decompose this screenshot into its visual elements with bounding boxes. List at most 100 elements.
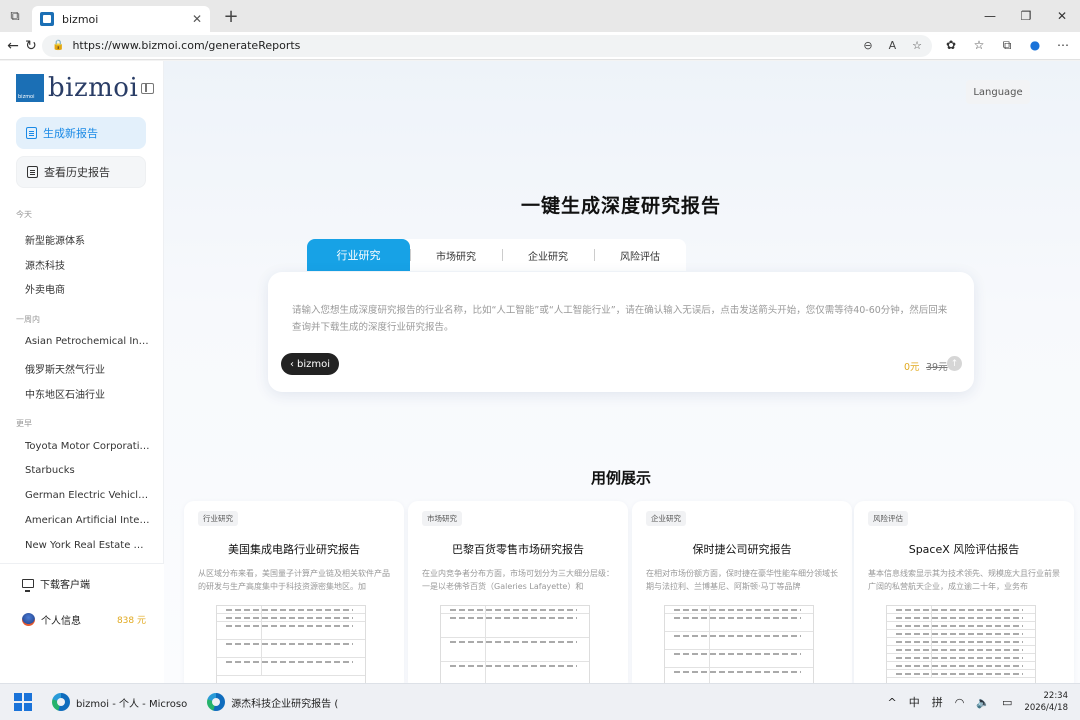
user-info-label: 个人信息 [41,616,81,627]
refresh-icon[interactable]: ↻ [24,34,38,58]
clock[interactable]: 22:34 2026/4/18 [1024,690,1068,714]
browser-tab[interactable]: bizmoi ✕ [32,6,210,32]
document-icon [26,127,37,139]
zoom-icon[interactable]: ⊖ [863,39,872,52]
window-controls: — ❐ ✕ [972,0,1080,32]
research-type-tabs: 行业研究 市场研究 企业研究 风险评估 [307,239,686,271]
generate-report-button[interactable]: 生成新报告 [16,117,146,149]
tab-market-research[interactable]: 市场研究 [410,239,502,271]
group-heading-week: 一周内 [16,315,40,324]
address-bar[interactable]: 🔒 https://www.bizmoi.com/generateReports… [42,34,932,57]
tab-title: bizmoi [62,12,99,26]
web-page: bizmoi 生成新报告 查看历史报告 今天 新型能源体系 源杰科技 外卖电商 … [0,61,1080,683]
case-thumbnail [664,605,814,683]
history-item[interactable]: 源杰科技 [25,257,151,272]
close-window-icon[interactable]: ✕ [1044,0,1080,32]
language-button[interactable]: Language [966,80,1030,104]
send-arrow-icon[interactable]: ↑ [947,356,962,371]
user-info-row[interactable]: 个人信息 838 元 [22,612,146,627]
model-selector-label: bizmoi [297,358,331,370]
monitor-icon [22,579,34,592]
new-tab-icon[interactable]: + [218,3,244,29]
case-description: 在相对市场份额方面，保时捷在豪华性能车细分领域长期与法拉利、兰博基尼、阿斯顿·马… [646,569,838,591]
taskbar-app-label: 源杰科技企业研究报告 ( [231,698,339,710]
case-card[interactable]: 市场研究 巴黎百货零售市场研究报告 在业内竞争者分布方面，市场可划分为三大细分层… [408,501,628,683]
minimize-icon[interactable]: — [972,0,1008,32]
case-description: 从区域分布来看，美国量子计算产业链及相关软件产品的研发与生产高度集中于科技资源密… [198,569,390,591]
more-icon[interactable]: ⋯ [1052,38,1074,53]
extensions-icon[interactable]: ✿ [940,38,962,53]
history-item[interactable]: Asian Petrochemical Industry [25,336,151,347]
case-tag: 行业研究 [198,511,238,526]
close-tab-icon[interactable]: ✕ [192,12,202,26]
balance-value: 838 元 [116,616,146,626]
ime-mode[interactable]: 中 [909,694,920,710]
clock-time: 22:34 [1043,691,1069,701]
history-item[interactable]: American Artificial Intelligence [25,515,151,526]
case-tag: 企业研究 [646,511,686,526]
edge-icon [52,693,70,711]
group-heading-today: 今天 [16,210,32,219]
sidebar-collapse-icon[interactable] [141,83,154,94]
history-item[interactable]: German Electric Vehicle Market [25,490,151,501]
page-title: 一键生成深度研究报告 [520,195,721,217]
read-aloud-icon[interactable]: A [889,39,897,52]
wifi-icon[interactable]: ◠ [955,696,965,709]
history-item[interactable]: New York Real Estate Market [25,540,151,549]
taskbar-app-edge-2[interactable]: 源杰科技企业研究报告 ( [207,693,338,711]
download-client-link[interactable]: 下载客户端 [22,576,90,592]
copilot-icon[interactable]: ● [1024,38,1046,53]
logo[interactable]: bizmoi [16,73,138,103]
battery-icon[interactable]: ▭ [1002,696,1012,709]
case-description: 在业内竞争者分布方面，市场可划分为三大细分层级：一是以老佛爷百货（Galerie… [422,569,614,591]
case-thumbnail [216,605,366,683]
history-item[interactable]: 俄罗斯天然气行业 [25,361,151,376]
case-title: 巴黎百货零售市场研究报告 [452,543,584,556]
volume-icon[interactable]: 🔈 [976,696,990,709]
taskbar-app-edge[interactable]: bizmoi - 个人 - Microso [52,693,187,711]
url-text: https://www.bizmoi.com/generateReports [72,39,301,52]
browser-tab-strip: ⧉ bizmoi ✕ + — ❐ ✕ [0,0,1080,32]
taskbar: bizmoi - 个人 - Microso 源杰科技企业研究报告 ( ^ 中 拼… [0,683,1080,720]
case-description: 基本信息线索显示其为技术领先、规模庞大且行业前景广阔的私营航天企业，成立逾二十年… [868,569,1060,591]
logo-text: bizmoi [48,73,139,103]
history-item[interactable]: 外卖电商 [25,281,151,296]
lock-icon[interactable]: 🔒 [52,40,64,51]
price-original: 39元 [926,362,948,373]
case-title: 保时捷公司研究报告 [692,543,792,556]
ime-pinyin[interactable]: 拼 [932,694,943,710]
chevron-left-icon: ‹ [290,358,294,370]
edge-icon [207,693,226,711]
case-card[interactable]: 行业研究 美国集成电路行业研究报告 从区域分布来看，美国量子计算产业链及相关软件… [184,501,404,683]
model-selector-button[interactable]: ‹ bizmoi [281,353,340,375]
history-item[interactable]: 新型能源体系 [25,232,151,247]
logo-mark-icon [16,74,44,102]
case-tag: 风险评估 [868,511,908,526]
report-input[interactable]: 请输入您想生成深度研究报告的行业名称，比如“人工智能”或“人工智能行业”，请在确… [292,302,950,336]
case-card[interactable]: 风险评估 SpaceX 风险评估报告 基本信息线索显示其为技术领先、规模庞大且行… [854,501,1074,683]
history-report-label: 查看历史报告 [44,166,110,179]
download-client-label: 下载客户端 [40,580,90,591]
favorites-icon[interactable]: ☆ [968,38,990,53]
clock-date: 2026/4/18 [1024,703,1068,713]
chevron-up-icon[interactable]: ^ [887,696,896,709]
tab-company-research[interactable]: 企业研究 [502,239,594,271]
case-card[interactable]: 企业研究 保时捷公司研究报告 在相对市场份额方面，保时捷在豪华性能车细分领域长期… [632,501,852,683]
history-item[interactable]: Starbucks [25,465,151,476]
favorite-star-icon[interactable]: ☆ [912,39,922,52]
back-icon[interactable]: ← [6,34,20,58]
history-icon [27,166,38,178]
history-item[interactable]: 中东地区石油行业 [25,386,151,401]
price-current: 0元 [904,362,920,373]
case-thumbnail [440,605,590,683]
tab-industry-research[interactable]: 行业研究 [307,239,410,271]
tab-risk-assessment[interactable]: 风险评估 [594,239,686,271]
history-item[interactable]: Toyota Motor Corporation [25,441,151,452]
restore-icon[interactable]: ❐ [1008,0,1044,32]
workspaces-icon[interactable]: ⧉ [0,0,30,32]
windows-start-icon[interactable] [14,693,32,711]
history-report-button[interactable]: 查看历史报告 [16,156,146,188]
group-heading-earlier: 更早 [16,419,32,428]
case-tag: 市场研究 [422,511,462,526]
collections-icon[interactable]: ⧉ [996,38,1018,53]
